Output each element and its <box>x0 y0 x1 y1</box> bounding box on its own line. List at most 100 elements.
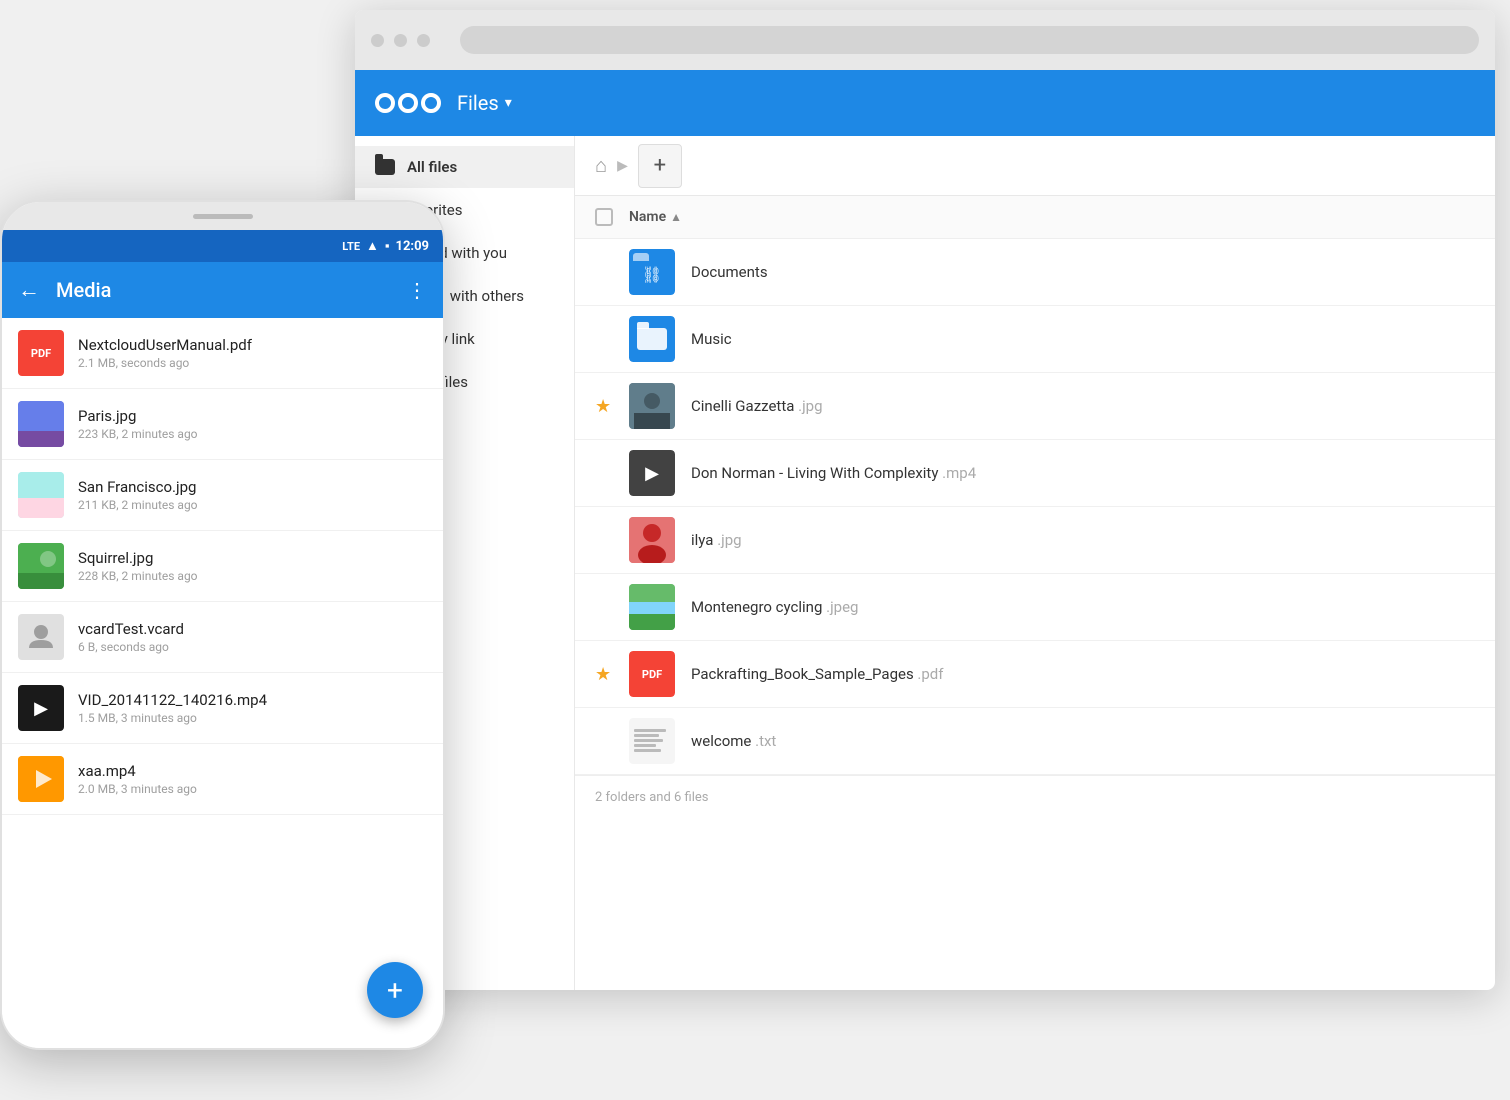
status-time: 12:09 <box>396 239 430 254</box>
table-row[interactable]: ★ ▶ Don Norman - Living With Complexity … <box>575 440 1495 507</box>
mobile-phone: LTE ▲ ▪ 12:09 ← Media ⋮ PDF NextcloudUse… <box>0 200 445 1050</box>
mobile-notch-bar <box>2 202 443 230</box>
file-thumbnail <box>629 718 675 764</box>
table-row[interactable]: ★ Music <box>575 306 1495 373</box>
table-row[interactable]: ★ Cinelli Gazzetta .jpg <box>575 373 1495 440</box>
montenegro-thumbnail-svg <box>629 584 675 630</box>
pdf-thumb: PDF <box>18 330 64 376</box>
file-name: Don Norman - Living With Complexity .mp4 <box>691 464 976 482</box>
list-item[interactable]: xaa.mp4 2.0 MB, 3 minutes ago <box>2 744 443 815</box>
nc-filelist: ★ ⛓ Documents ★ <box>575 239 1495 990</box>
name-col-label: Name <box>629 209 666 225</box>
file-name: welcome .txt <box>691 732 776 750</box>
fab-add-button[interactable]: + <box>367 962 423 1018</box>
select-all-checkbox[interactable] <box>595 208 613 226</box>
table-row[interactable]: ★ welcome .txt <box>575 708 1495 775</box>
list-item[interactable]: Paris.jpg 223 KB, 2 minutes ago <box>2 389 443 460</box>
android-status-bar: LTE ▲ ▪ 12:09 <box>2 230 443 262</box>
list-item[interactable]: Squirrel.jpg 228 KB, 2 minutes ago <box>2 531 443 602</box>
file-thumbnail: ⛓ <box>629 249 675 295</box>
nc-logo-circle-1 <box>375 93 395 113</box>
file-thumbnail <box>629 316 675 362</box>
star-icon[interactable]: ★ <box>595 731 619 752</box>
video-thumb: ▶ <box>629 450 675 496</box>
table-row[interactable]: ★ ilya .jpg <box>575 507 1495 574</box>
star-icon[interactable]: ★ <box>595 463 619 484</box>
sidebar-item-all-files[interactable]: All files <box>355 146 574 188</box>
nc-breadcrumb: ⌂ ▶ + <box>575 136 1495 196</box>
browser-dot-1 <box>371 34 384 47</box>
ilya-thumbnail-svg <box>629 517 675 563</box>
star-icon[interactable]: ★ <box>595 262 619 283</box>
list-item[interactable]: vcardTest.vcard 6 B, seconds ago <box>2 602 443 673</box>
pdf-icon: PDF <box>31 347 51 360</box>
nc-main-content: All files ★ Favorites ◎ Shared with you … <box>355 136 1495 990</box>
nc-filelist-footer: 2 folders and 6 files <box>575 775 1495 819</box>
play-icon: ▶ <box>34 698 48 719</box>
table-row[interactable]: ★ ⛓ Documents <box>575 239 1495 306</box>
link-chain-icon: ⛓ <box>642 265 662 284</box>
file-name: Cinelli Gazzetta .jpg <box>691 397 823 415</box>
mobile-notch-handle <box>193 214 253 219</box>
nc-filelist-panel: Name ▲ ★ ⛓ Docu <box>575 196 1495 990</box>
vcard-thumb <box>18 614 64 660</box>
sf-thumbnail-svg <box>18 472 64 518</box>
star-icon[interactable]: ★ <box>595 530 619 551</box>
image-thumb <box>18 543 64 589</box>
image-thumb <box>18 472 64 518</box>
star-icon[interactable]: ★ <box>595 597 619 618</box>
name-column-header[interactable]: Name ▲ <box>629 209 682 225</box>
file-meta: 6 B, seconds ago <box>78 640 427 654</box>
nc-filelist-header: Name ▲ <box>575 196 1495 239</box>
file-info: San Francisco.jpg 211 KB, 2 minutes ago <box>78 478 427 512</box>
pdf-icon: PDF <box>642 668 662 681</box>
breadcrumb-arrow-icon: ▶ <box>617 158 628 174</box>
nc-logo <box>375 93 441 113</box>
file-name: Paris.jpg <box>78 407 427 425</box>
table-row[interactable]: ★ Montenegro cycling .jpeg <box>575 574 1495 641</box>
txt-thumb <box>629 718 675 764</box>
table-row[interactable]: ★ PDF Packrafting_Book_Sample_Pages .pdf <box>575 641 1495 708</box>
play-icon: ▶ <box>645 463 659 484</box>
status-lte: LTE <box>342 240 360 253</box>
folder-link-thumb: ⛓ <box>629 249 675 295</box>
file-name: Squirrel.jpg <box>78 549 427 567</box>
file-name: ilya .jpg <box>691 531 742 549</box>
list-item[interactable]: San Francisco.jpg 211 KB, 2 minutes ago <box>2 460 443 531</box>
android-appbar: ← Media ⋮ <box>2 262 443 318</box>
mobile-file-list: PDF NextcloudUserManual.pdf 2.1 MB, seco… <box>2 318 443 1048</box>
file-thumbnail <box>629 383 675 429</box>
file-info: Paris.jpg 223 KB, 2 minutes ago <box>78 407 427 441</box>
star-icon[interactable]: ★ <box>595 329 619 350</box>
files-count-label: 2 folders and 6 files <box>595 790 709 805</box>
star-icon[interactable]: ★ <box>595 396 619 417</box>
star-icon[interactable]: ★ <box>595 664 619 685</box>
nc-logo-circle-2 <box>398 93 418 113</box>
list-item[interactable]: ▶ VID_20141122_140216.mp4 1.5 MB, 3 minu… <box>2 673 443 744</box>
file-name: San Francisco.jpg <box>78 478 427 496</box>
image-thumb <box>18 401 64 447</box>
nc-header: Files ▾ <box>355 70 1495 136</box>
vcard-icon-svg <box>26 622 56 652</box>
video-thumb <box>18 756 64 802</box>
folder-shape-icon <box>637 328 667 350</box>
new-file-button[interactable]: + <box>638 144 682 188</box>
file-name: Montenegro cycling .jpeg <box>691 598 858 616</box>
overflow-menu-button[interactable]: ⋮ <box>407 278 427 302</box>
browser-addressbar[interactable] <box>460 26 1479 54</box>
list-item[interactable]: PDF NextcloudUserManual.pdf 2.1 MB, seco… <box>2 318 443 389</box>
paris-thumbnail-svg <box>18 401 64 447</box>
file-info: VID_20141122_140216.mp4 1.5 MB, 3 minute… <box>78 691 427 725</box>
browser-chrome <box>355 10 1495 70</box>
files-label: Files <box>457 91 499 115</box>
file-info: xaa.mp4 2.0 MB, 3 minutes ago <box>78 762 427 796</box>
file-info: NextcloudUserManual.pdf 2.1 MB, seconds … <box>78 336 427 370</box>
squirrel-thumbnail-svg <box>18 543 64 589</box>
file-meta: 2.0 MB, 3 minutes ago <box>78 782 427 796</box>
app-title: Media <box>56 278 391 302</box>
nc-files-button[interactable]: Files ▾ <box>457 91 512 115</box>
home-icon[interactable]: ⌂ <box>595 153 607 178</box>
back-button[interactable]: ← <box>18 277 40 303</box>
file-name: Music <box>691 330 732 348</box>
file-meta: 223 KB, 2 minutes ago <box>78 427 427 441</box>
